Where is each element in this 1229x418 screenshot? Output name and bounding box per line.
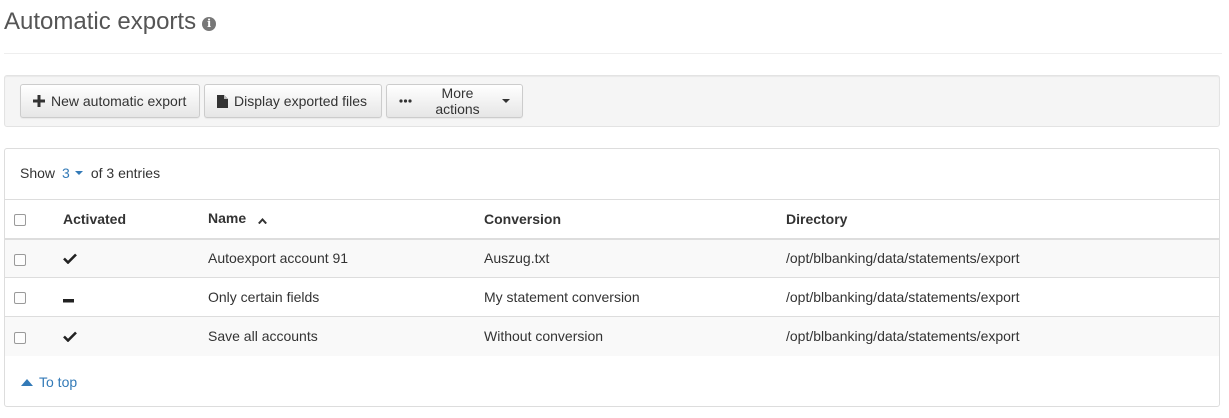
activated-cell — [63, 277, 208, 317]
activated-cell — [63, 238, 208, 278]
name-cell: Only certain fields — [208, 277, 484, 317]
row-checkbox[interactable] — [14, 331, 26, 344]
toolbar: New automatic export Display exported fi… — [4, 75, 1220, 127]
column-header-activated[interactable]: Activated — [63, 199, 208, 240]
name-cell: Autoexport account 91 — [208, 238, 484, 278]
column-header-name-label: Name — [208, 210, 247, 227]
page-size-dropdown[interactable]: 3 — [62, 165, 83, 181]
page-title: Automatic exports — [4, 8, 197, 35]
entries-count-label: of 3 entries — [90, 165, 161, 181]
select-all-cell — [5, 199, 63, 240]
page-header: Automatic exports i — [4, 8, 217, 36]
plus-icon — [33, 95, 45, 107]
conversion-cell: Auszug.txt — [484, 238, 786, 278]
column-header-conversion[interactable]: Conversion — [484, 199, 786, 240]
table-header-row: Activated Name Conversion Directory — [5, 199, 1219, 240]
display-exported-files-label: Display exported files — [234, 93, 368, 109]
conversion-cell: My statement conversion — [484, 277, 786, 317]
table-row[interactable]: Autoexport account 91 Auszug.txt /opt/bl… — [5, 238, 1219, 278]
ellipsis-icon — [399, 99, 412, 103]
minus-icon — [63, 290, 74, 306]
new-automatic-export-label: New automatic export — [51, 93, 187, 109]
entries-selector: Show 3 of 3 entries — [20, 165, 160, 181]
select-all-checkbox[interactable] — [14, 214, 26, 227]
exports-panel: Show 3 of 3 entries Activated Name Conve… — [4, 148, 1220, 407]
directory-cell: /opt/blbanking/data/statements/export — [786, 277, 1219, 317]
display-exported-files-button[interactable]: Display exported files — [204, 84, 382, 118]
table-row[interactable]: Only certain fields My statement convers… — [5, 277, 1219, 317]
column-header-directory[interactable]: Directory — [786, 199, 1219, 240]
caret-down-icon — [502, 99, 510, 103]
caret-down-icon — [74, 171, 83, 175]
name-cell: Save all accounts — [208, 316, 484, 356]
to-top-label: To top — [39, 374, 78, 390]
row-checkbox[interactable] — [14, 292, 26, 305]
check-icon — [63, 329, 77, 345]
conversion-cell: Without conversion — [484, 316, 786, 356]
row-select-cell — [5, 316, 63, 356]
check-icon — [63, 251, 77, 267]
table-row[interactable]: Save all accounts Without conversion /op… — [5, 316, 1219, 356]
row-select-cell — [5, 277, 63, 317]
new-automatic-export-button[interactable]: New automatic export — [20, 84, 200, 118]
title-divider — [4, 53, 1222, 54]
to-top-link[interactable]: To top — [21, 374, 77, 390]
column-header-name[interactable]: Name — [208, 199, 484, 240]
row-select-cell — [5, 238, 63, 278]
show-label: Show — [20, 165, 56, 181]
directory-cell: /opt/blbanking/data/statements/export — [786, 238, 1219, 278]
info-icon[interactable]: i — [202, 17, 217, 31]
exports-table: Activated Name Conversion Directory Auto… — [5, 199, 1219, 356]
row-checkbox[interactable] — [14, 253, 26, 266]
file-icon — [217, 94, 228, 108]
more-actions-label: More actions — [435, 85, 480, 117]
sort-ascending-icon — [258, 211, 267, 227]
page-size-value: 3 — [62, 165, 70, 181]
activated-cell — [63, 316, 208, 356]
directory-cell: /opt/blbanking/data/statements/export — [786, 316, 1219, 356]
more-actions-button[interactable]: More actions — [386, 84, 523, 118]
caret-up-icon — [21, 378, 33, 386]
